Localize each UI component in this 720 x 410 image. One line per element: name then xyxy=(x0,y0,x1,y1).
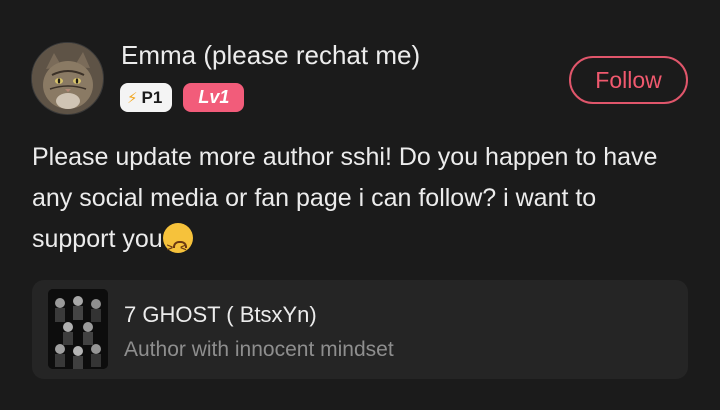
level-badge: Lv1 xyxy=(183,83,245,112)
author-badges: ⚡ P1 Lv1 xyxy=(120,83,245,112)
lightning-bolt-icon: ⚡ xyxy=(127,89,138,107)
power-badge: ⚡ P1 xyxy=(120,83,173,112)
avatar[interactable] xyxy=(31,42,104,115)
linked-book-card[interactable]: 7 GHOST ( BtsxYn) Author with innocent m… xyxy=(32,280,688,379)
follow-button[interactable]: Follow xyxy=(569,56,688,104)
comment-text-block: Please update more author sshi! Do you h… xyxy=(32,137,682,269)
book-title: 7 GHOST ( BtsxYn) xyxy=(124,302,317,327)
book-cover-group-photo-icon xyxy=(48,289,108,369)
comment-author-name[interactable]: Emma (please rechat me) xyxy=(121,40,420,71)
persevering-face-emoji-icon xyxy=(162,223,193,269)
cat-avatar-image xyxy=(32,43,103,114)
book-subtitle: Author with innocent mindset xyxy=(124,338,394,361)
power-badge-label: P1 xyxy=(141,87,163,107)
comment-text: Please update more author sshi! Do you h… xyxy=(32,143,658,253)
book-cover-image xyxy=(48,289,108,369)
